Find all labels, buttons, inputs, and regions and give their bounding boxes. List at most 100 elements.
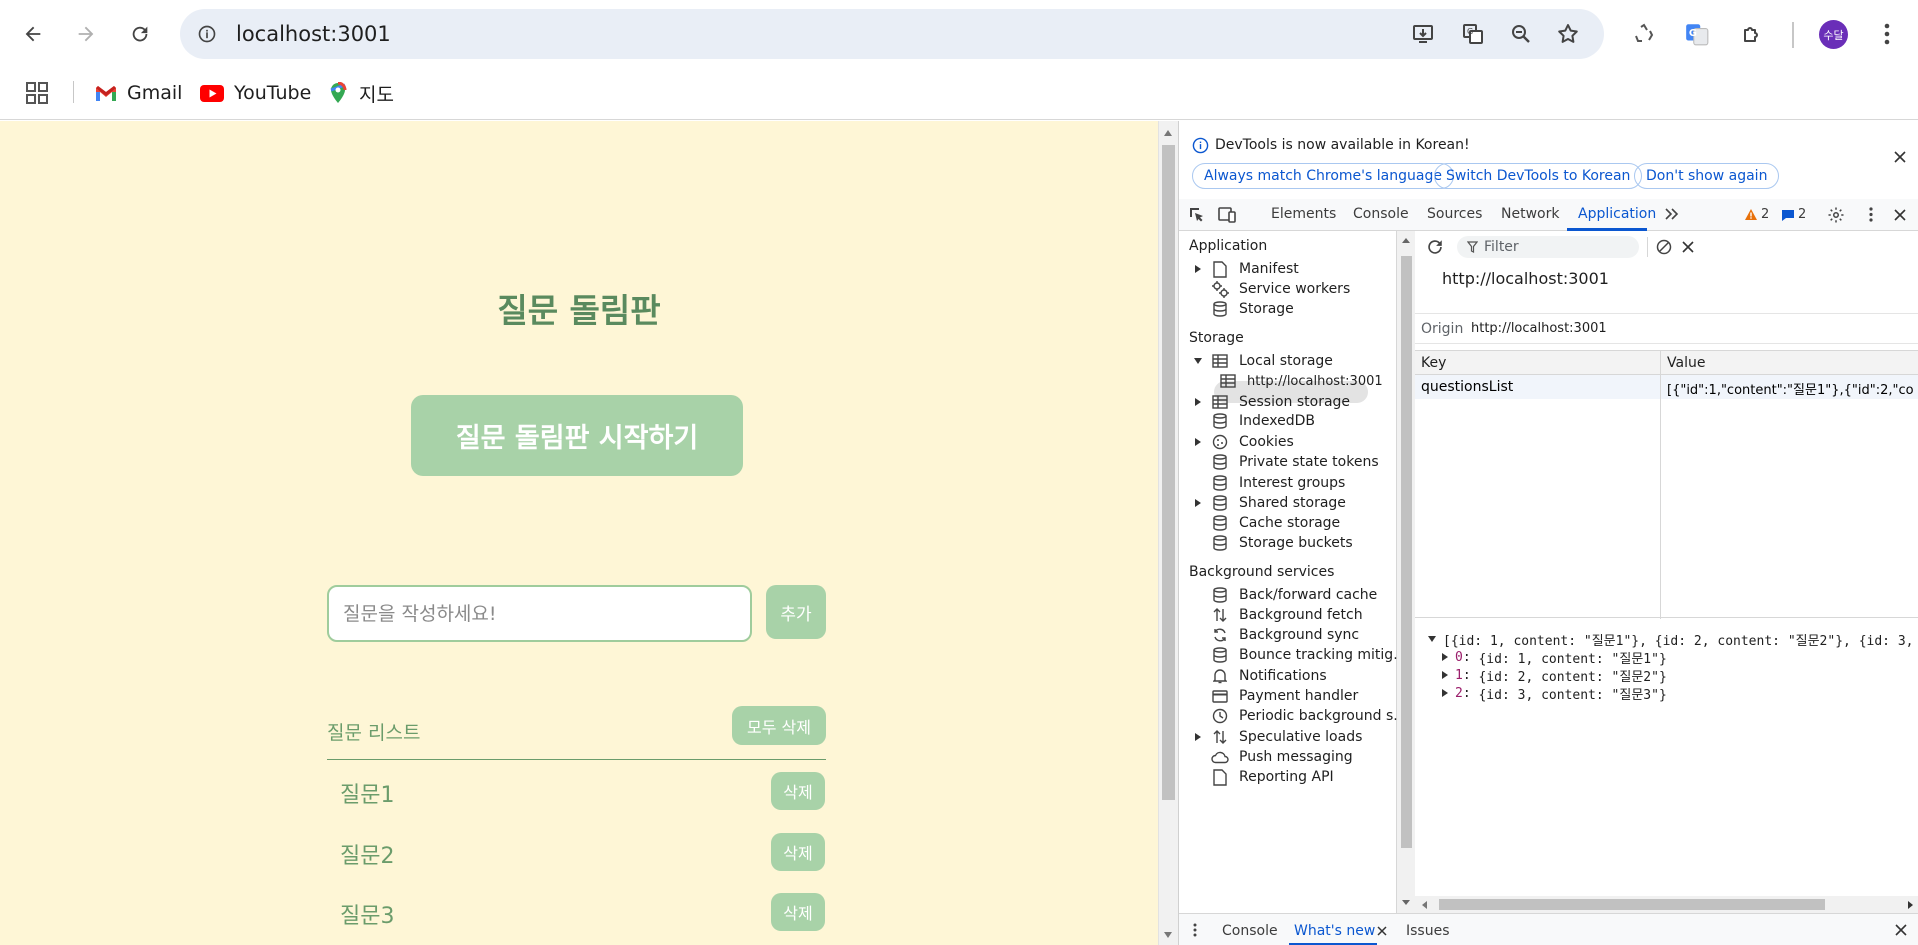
table-row[interactable]: questionsList [{"id":1,"content":"질문1"},… bbox=[1415, 375, 1918, 399]
refresh-icon[interactable] bbox=[1426, 238, 1444, 256]
sidebar-item-background-sync[interactable]: Background sync bbox=[1193, 625, 1359, 645]
sidebar-item-speculative-loads[interactable]: Speculative loads bbox=[1193, 727, 1362, 747]
switch-to-korean-button[interactable]: Switch DevTools to Korean bbox=[1434, 163, 1643, 189]
delete-question-button[interactable]: 삭제 bbox=[771, 833, 825, 871]
close-drawer-icon[interactable] bbox=[1895, 924, 1907, 936]
sidebar-item-notifications[interactable]: Notifications bbox=[1193, 666, 1327, 686]
start-roulette-button[interactable]: 질문 돌림판 시작하기 bbox=[411, 395, 743, 476]
chrome-menu-button[interactable] bbox=[1868, 15, 1906, 53]
preview-item[interactable]: 0: {id: 1, content: "질문1"} bbox=[1427, 648, 1918, 667]
delete-question-button[interactable]: 삭제 bbox=[771, 772, 825, 810]
google-translate-extension-icon[interactable]: G bbox=[1678, 15, 1716, 53]
sidebar-scrollbar-thumb[interactable] bbox=[1401, 256, 1412, 848]
sidebar-item-cache-storage[interactable]: Cache storage bbox=[1193, 513, 1340, 533]
profile-avatar[interactable]: 수달 bbox=[1819, 20, 1848, 49]
filter-input[interactable]: Filter bbox=[1457, 236, 1639, 258]
extensions-puzzle-icon[interactable] bbox=[1733, 15, 1771, 53]
preview-root[interactable]: [{id: 1, content: "질문1"}, {id: 2, conten… bbox=[1427, 630, 1918, 649]
dont-show-again-button[interactable]: Don't show again bbox=[1634, 163, 1780, 189]
tab-network[interactable]: Network bbox=[1501, 206, 1559, 222]
close-tab-icon[interactable] bbox=[1377, 926, 1387, 936]
bookmark-youtube[interactable]: YouTube bbox=[200, 78, 311, 108]
sidebar-item-service-workers[interactable]: Service workers bbox=[1193, 279, 1350, 299]
drawer-tab-issues[interactable]: Issues bbox=[1406, 923, 1450, 939]
bookmark-maps[interactable]: 지도 bbox=[327, 78, 394, 108]
sidebar-item-manifest[interactable]: Manifest bbox=[1193, 259, 1299, 279]
warning-icon[interactable] bbox=[1744, 208, 1758, 221]
device-toolbar-icon[interactable] bbox=[1218, 207, 1236, 223]
preview-item[interactable]: 1: {id: 2, content: "질문2"} bbox=[1427, 666, 1918, 685]
sidebar-item-reporting-api[interactable]: Reporting API bbox=[1193, 767, 1334, 787]
tab-console[interactable]: Console bbox=[1353, 206, 1409, 222]
expand-arrow-icon[interactable] bbox=[1194, 732, 1202, 742]
preview-item[interactable]: 2: {id: 3, content: "질문3"} bbox=[1427, 684, 1918, 703]
sidebar-item-local-storage[interactable]: Local storage bbox=[1193, 351, 1333, 371]
scroll-down-icon[interactable] bbox=[1163, 931, 1173, 939]
sidebar-item-periodic-background-sync[interactable]: Periodic background s... bbox=[1193, 706, 1407, 726]
scroll-up-icon[interactable] bbox=[1401, 237, 1411, 244]
scroll-down-icon[interactable] bbox=[1401, 899, 1411, 906]
sidebar-item-back-forward-cache[interactable]: Back/forward cache bbox=[1193, 585, 1377, 605]
expand-arrow-icon[interactable] bbox=[1194, 397, 1202, 407]
apps-grid-icon[interactable] bbox=[26, 78, 48, 108]
sidebar-item-payment-handler[interactable]: Payment handler bbox=[1193, 686, 1358, 706]
expand-arrow-icon[interactable] bbox=[1441, 688, 1449, 698]
sidebar-item-storage[interactable]: Storage bbox=[1193, 299, 1294, 319]
sidebar-item-cookies[interactable]: Cookies bbox=[1193, 432, 1294, 452]
sidebar-item-push-messaging[interactable]: Push messaging bbox=[1193, 747, 1353, 767]
scroll-left-icon[interactable] bbox=[1421, 900, 1428, 910]
delete-all-button[interactable]: 모두 삭제 bbox=[732, 706, 826, 745]
bookmark-gmail[interactable]: Gmail bbox=[95, 78, 182, 108]
collapse-arrow-icon[interactable] bbox=[1427, 635, 1437, 643]
column-header-key[interactable]: Key bbox=[1415, 351, 1660, 375]
message-icon[interactable] bbox=[1781, 209, 1795, 221]
drawer-tab-whats-new[interactable]: What's new bbox=[1294, 923, 1375, 939]
tab-elements[interactable]: Elements bbox=[1271, 206, 1336, 222]
zoom-icon[interactable] bbox=[1504, 17, 1538, 51]
back-button[interactable] bbox=[14, 15, 52, 53]
horizontal-scrollbar[interactable] bbox=[1415, 896, 1918, 913]
clear-all-icon[interactable] bbox=[1656, 239, 1672, 255]
site-info-icon[interactable] bbox=[194, 21, 220, 47]
match-language-button[interactable]: Always match Chrome's language bbox=[1192, 163, 1454, 189]
expand-arrow-icon[interactable] bbox=[1441, 670, 1449, 680]
sidebar-item-private-state-tokens[interactable]: Private state tokens bbox=[1193, 452, 1379, 472]
scroll-right-icon[interactable] bbox=[1907, 900, 1914, 910]
settings-gear-icon[interactable] bbox=[1827, 206, 1845, 224]
close-devtools-icon[interactable] bbox=[1894, 209, 1906, 221]
sidebar-item-bounce-tracking[interactable]: Bounce tracking mitig... bbox=[1193, 645, 1407, 665]
expand-arrow-icon[interactable] bbox=[1194, 498, 1202, 508]
expand-arrow-icon[interactable] bbox=[1194, 264, 1202, 274]
collapse-arrow-icon[interactable] bbox=[1193, 357, 1203, 365]
bookmark-star-icon[interactable] bbox=[1551, 17, 1585, 51]
recycle-extension-icon[interactable] bbox=[1626, 15, 1664, 53]
page-scrollbar-thumb[interactable] bbox=[1162, 145, 1175, 800]
inspect-element-icon[interactable] bbox=[1189, 207, 1205, 223]
translate-icon[interactable]: G bbox=[1456, 17, 1490, 51]
delete-question-button[interactable]: 삭제 bbox=[771, 893, 825, 931]
drawer-tab-console[interactable]: Console bbox=[1222, 923, 1278, 939]
horizontal-scrollbar-thumb[interactable] bbox=[1439, 899, 1825, 910]
expand-arrow-icon[interactable] bbox=[1441, 652, 1449, 662]
delete-selected-icon[interactable] bbox=[1682, 241, 1694, 253]
drawer-menu-icon[interactable] bbox=[1193, 923, 1197, 937]
sidebar-item-storage-buckets[interactable]: Storage buckets bbox=[1193, 533, 1353, 553]
forward-button[interactable] bbox=[67, 15, 105, 53]
sidebar-item-background-fetch[interactable]: Background fetch bbox=[1193, 605, 1363, 625]
sidebar-item-session-storage[interactable]: Session storage bbox=[1193, 392, 1350, 412]
address-bar[interactable]: localhost:3001 G bbox=[180, 9, 1604, 59]
install-app-icon[interactable] bbox=[1406, 17, 1440, 51]
close-infobar-icon[interactable] bbox=[1894, 151, 1906, 163]
add-question-button[interactable]: 추가 bbox=[766, 585, 826, 639]
question-input[interactable] bbox=[327, 585, 752, 642]
sidebar-item-interest-groups[interactable]: Interest groups bbox=[1193, 473, 1345, 493]
sidebar-item-indexeddb[interactable]: IndexedDB bbox=[1193, 411, 1315, 431]
sidebar-item-local-storage-origin[interactable]: http://localhost:3001 bbox=[1219, 371, 1383, 391]
tab-application[interactable]: Application bbox=[1578, 206, 1656, 222]
sidebar-item-shared-storage[interactable]: Shared storage bbox=[1193, 493, 1346, 513]
expand-arrow-icon[interactable] bbox=[1194, 437, 1202, 447]
tab-sources[interactable]: Sources bbox=[1427, 206, 1482, 222]
column-header-value[interactable]: Value bbox=[1661, 351, 1918, 375]
scroll-up-icon[interactable] bbox=[1163, 129, 1173, 137]
devtools-menu-icon[interactable] bbox=[1869, 207, 1873, 222]
